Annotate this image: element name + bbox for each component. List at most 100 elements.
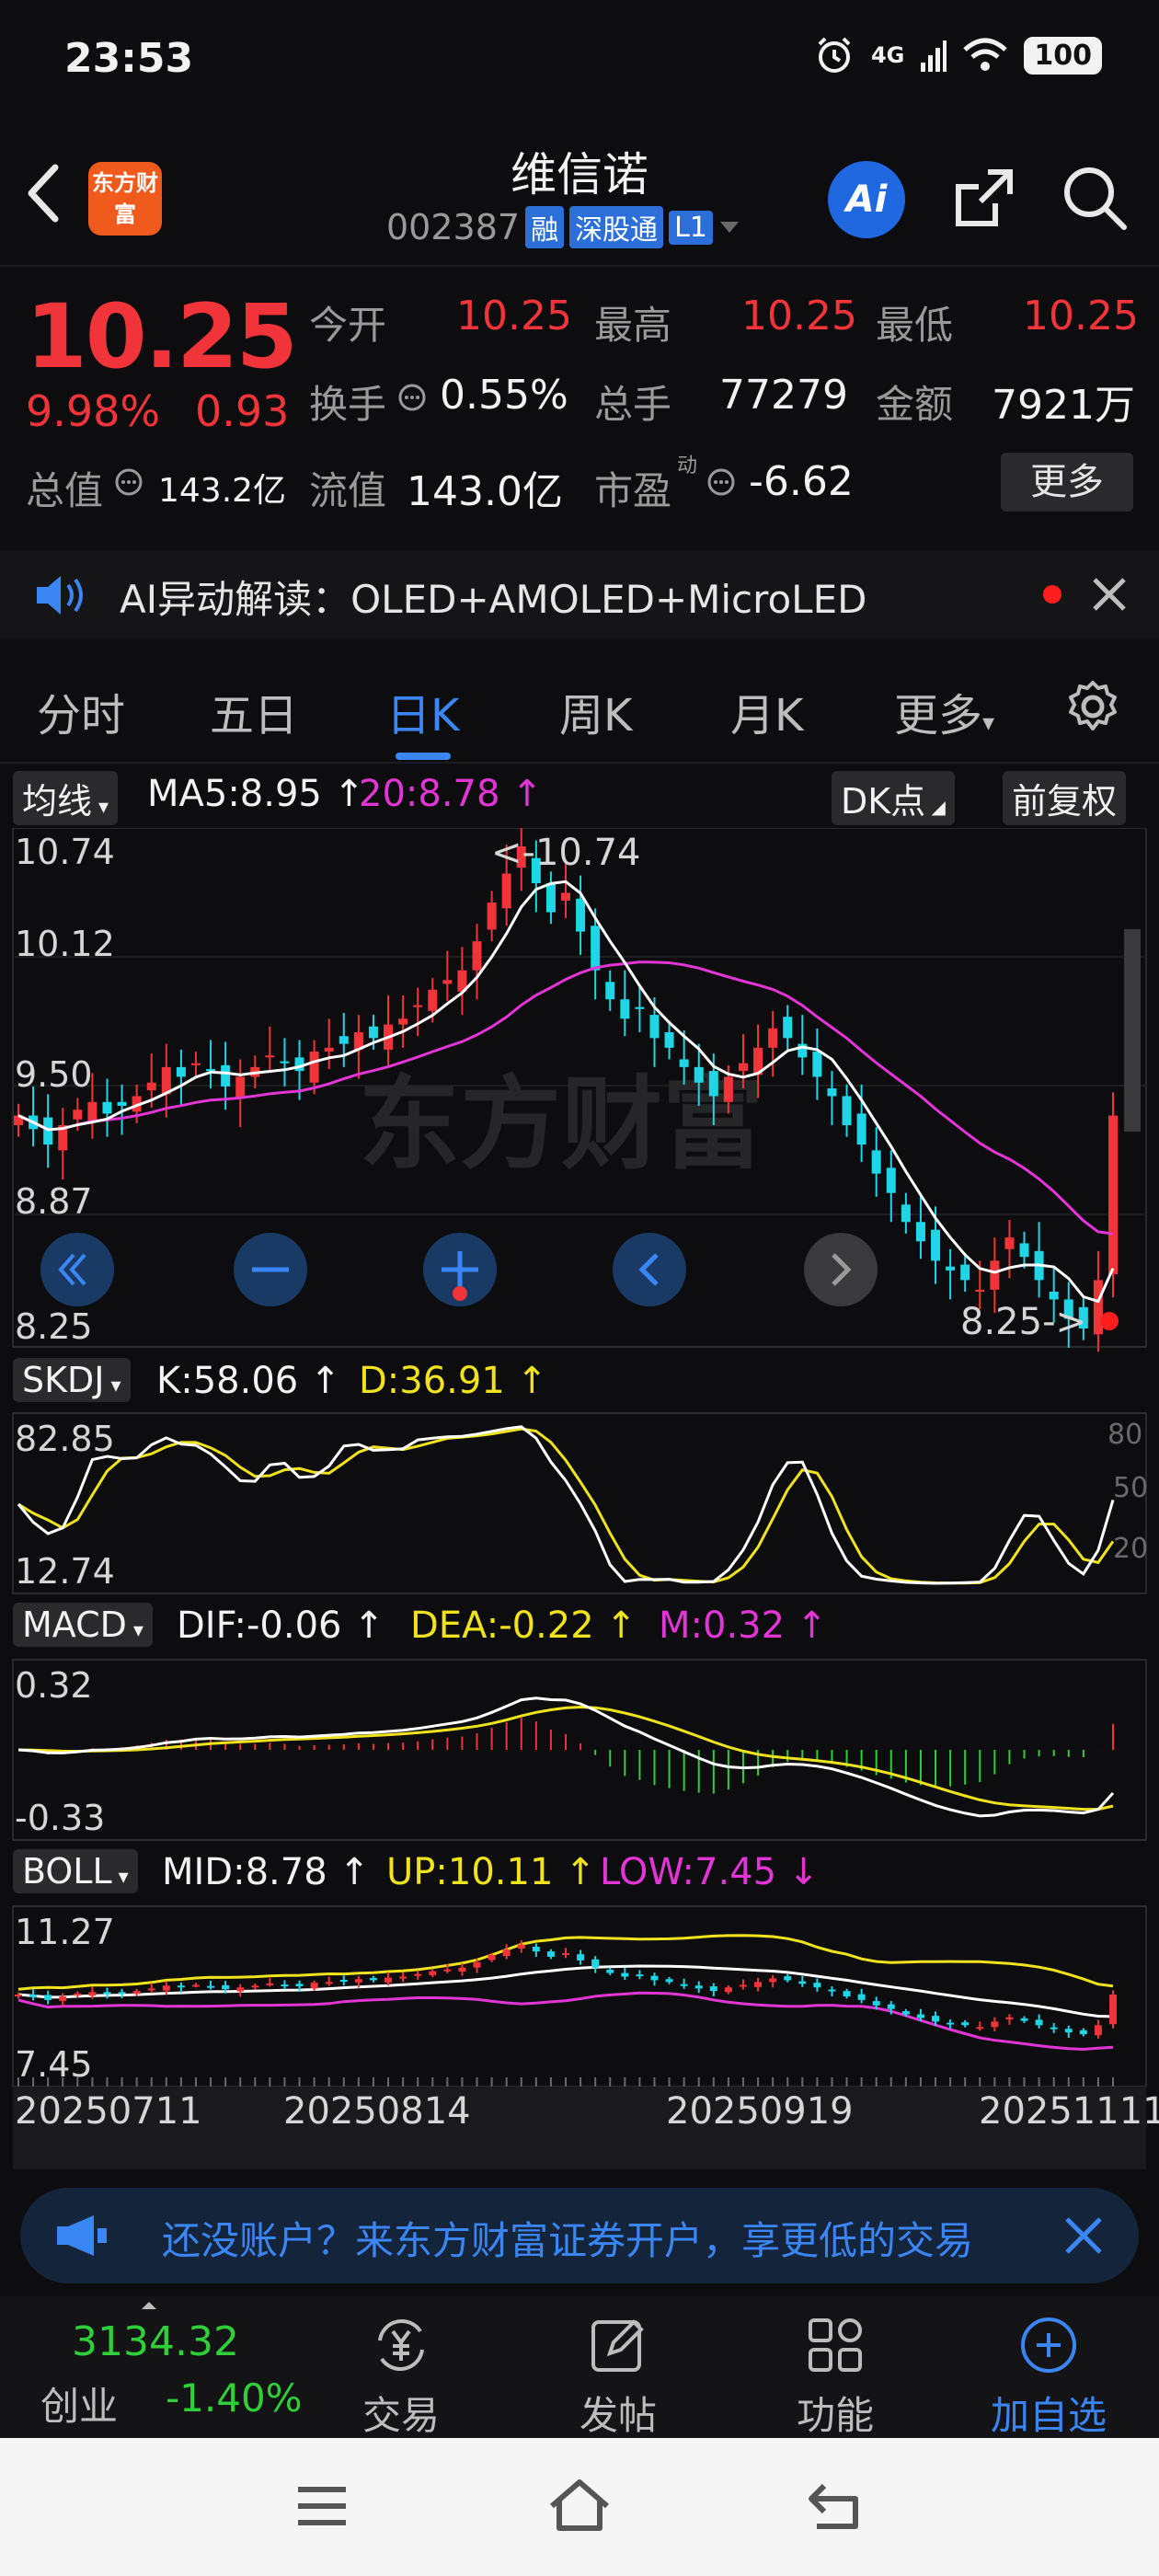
boll-candle [1020,2018,1028,2021]
candle [946,1266,956,1271]
boll-candle [44,1995,52,2000]
boll-mid-label: MID:8.78 ↑ [162,1851,370,1893]
candle [812,1052,822,1077]
boll-candle [488,1955,496,1961]
macd-dif-label: DIF:-0.06 ↑ [177,1604,384,1647]
tab-five-day[interactable]: 五日 [210,679,298,743]
ai-button[interactable]: Ai [828,161,905,238]
boll-candle [784,1976,792,1981]
back-nav-icon[interactable] [804,2478,868,2534]
open-label: 今开 [309,303,387,348]
scroll-handle[interactable] [1124,929,1141,1132]
change-percent: 9.98% [26,386,161,436]
chart-area[interactable]: 均线 ▾ MA5:8.95 ↑ 20:8.78 ↑ DK点 ◢ 前复权 东方财富 [0,764,1159,2171]
candle [487,903,497,930]
tab-daily-k[interactable]: 日K [386,679,459,743]
zoom-out-button[interactable] [234,1233,307,1306]
change-amount: 0.93 [195,386,290,436]
banner-close-button[interactable] [1089,567,1130,634]
search-icon [1064,167,1127,230]
tab-intraday[interactable]: 分时 [37,679,125,743]
candle [768,1028,778,1048]
candle [87,1101,98,1121]
add-circle-icon [1021,2317,1076,2373]
tab-monthly-k[interactable]: 月K [730,679,803,743]
y-label: 10.12 [15,924,115,964]
share-button[interactable] [947,161,1021,235]
macd-selector[interactable]: MACD ▾ [13,1603,153,1647]
boll-candle [443,1969,452,1972]
recent-apps-icon[interactable] [293,2480,351,2532]
nav-post[interactable]: 发帖 [526,2296,710,2441]
boll-candle [88,1992,97,1996]
dropdown-triangle-icon: ▾ [126,1619,143,1642]
y-label: 8.87 [15,1181,93,1222]
pe-value: -6.62 [749,458,854,505]
macd-histogram [32,1717,1114,1794]
promo-banner[interactable]: 还没账户？来东方财富证券开户，享更低的交易 [20,2188,1139,2283]
stock-code-row[interactable]: 002387 融 深股通 L1 [386,206,740,248]
nav-trade-label: 交易 [361,2393,440,2438]
macd-dea-line [17,1705,1114,1811]
close-icon[interactable] [1060,2212,1107,2260]
scroll-left-button[interactable] [613,1233,686,1306]
boll-candle [251,1985,259,1988]
boll-candle [384,1977,393,1983]
info-icon[interactable] [114,467,143,497]
macd-dea-label: DEA:-0.22 ↑ [410,1604,637,1647]
info-icon[interactable] [397,383,427,412]
candle [206,1069,216,1072]
boll-candle [29,1995,38,1997]
candle [708,1071,718,1097]
quote-panel: 10.25 9.98% 0.93 今开 10.25 最高 10.25 最低 10… [0,269,1159,535]
candle [783,1017,793,1039]
ma-selector[interactable]: 均线 ▾ [13,771,119,825]
alarm-icon [818,37,851,73]
index-change: -1.40% [166,2375,303,2421]
nav-add-watchlist[interactable]: 加自选 [957,2296,1141,2441]
candle [339,1036,349,1044]
boll-candle [709,1986,717,1992]
boll-candle [976,2027,984,2030]
adjust-button[interactable]: 前复权 [1003,771,1127,825]
boll-selector[interactable]: BOLL ▾ [13,1849,138,1893]
boll-candle [369,1978,377,1981]
more-button[interactable]: 更多 [1001,453,1133,512]
ai-banner[interactable]: AI异动解读：OLED+AMOLED+MicroLED [0,550,1159,638]
skdj-k-line [17,1425,1115,1585]
index-ticker[interactable]: 3134.32 创业 -1.40% [0,2296,331,2438]
boll-candle [591,1959,600,1968]
dropdown-triangle-icon: ▾ [104,1374,121,1397]
tab-more[interactable]: 更多▾ [894,679,994,743]
nav-trade[interactable]: 交易 [309,2296,493,2441]
scroll-right-button[interactable] [804,1233,878,1306]
dropdown-triangle-icon [719,222,739,233]
amount-value: 7921万 [992,382,1135,429]
kline-chart[interactable]: 东方财富 [0,828,1159,2208]
search-button[interactable] [1058,161,1131,235]
pe-superscript: 动 [677,454,698,477]
macd-y-top: 0.32 [15,1665,93,1706]
tab-weekly-k[interactable]: 周K [559,679,632,743]
date-label: 20251111 [979,2090,1159,2133]
ma20-label: 20:8.78 ↑ [359,773,543,815]
home-icon[interactable] [546,2475,613,2534]
dk-point-button[interactable]: DK点 ◢ [832,771,955,825]
boll-candle [843,1991,851,1996]
active-tab-indicator [396,753,451,760]
connect-tag: 深股通 [569,206,664,248]
date-label: 20250919 [666,2090,854,2133]
skdj-selector[interactable]: SKDJ ▾ [13,1358,131,1402]
candle [324,1047,334,1052]
zoom-in-button[interactable] [423,1233,497,1306]
boll-candle [932,2016,940,2022]
boll-panel-frame [12,1905,1147,2087]
candle [1004,1237,1015,1249]
info-icon[interactable] [706,467,736,497]
scroll-left-fast-button[interactable] [40,1233,114,1306]
candle [856,1113,866,1145]
pe-label: 市盈 [594,468,672,513]
nav-functions[interactable]: 功能 [743,2296,927,2441]
settings-gear-icon[interactable] [1063,677,1122,736]
grid-functions-icon [809,2318,862,2372]
